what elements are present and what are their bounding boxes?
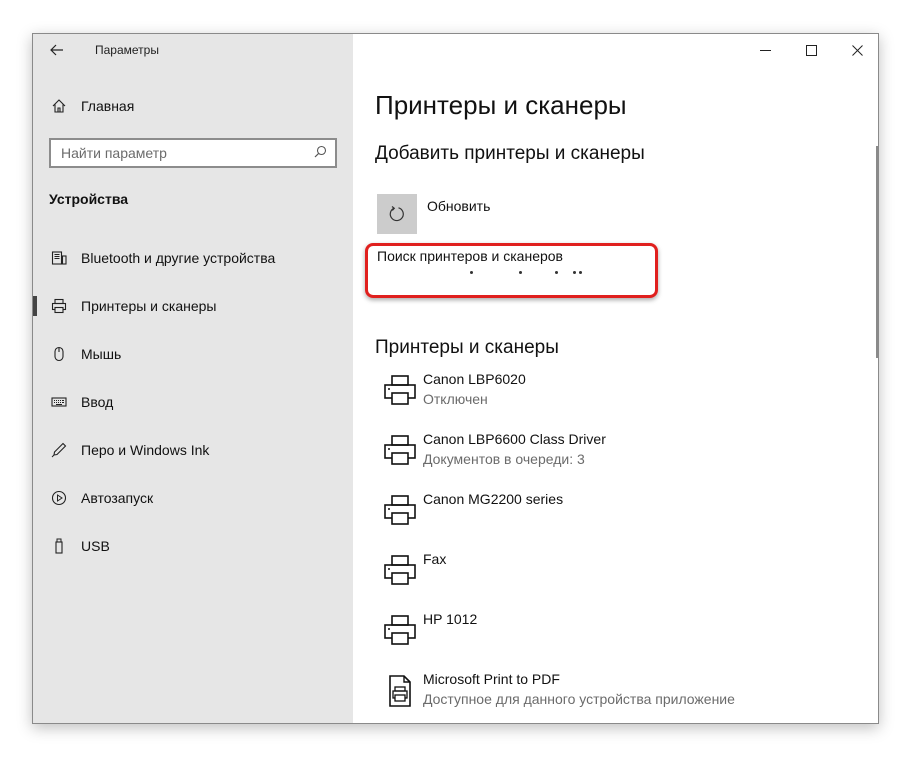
page-title: Принтеры и сканеры bbox=[375, 90, 627, 120]
printer-list: Canon LBP6020 Отключен Canon LBP6600 Cla… bbox=[377, 369, 857, 723]
sidebar-item-label: Мышь bbox=[81, 346, 122, 362]
sidebar-item-label: USB bbox=[81, 538, 110, 554]
minimize-icon bbox=[759, 49, 771, 51]
app-title: Параметры bbox=[95, 43, 159, 57]
refresh-label: Обновить bbox=[427, 198, 491, 214]
printer-icon bbox=[377, 611, 423, 651]
printer-info: Canon LBP6020 Отключен bbox=[423, 369, 526, 409]
search-box[interactable] bbox=[49, 138, 337, 168]
printer-item[interactable]: Microsoft Print to PDF Доступное для дан… bbox=[377, 669, 857, 723]
close-button[interactable] bbox=[834, 34, 878, 66]
printer-name: Canon MG2200 series bbox=[423, 491, 564, 507]
sidebar-item-bluetooth[interactable]: Bluetooth и другие устройства bbox=[33, 234, 353, 282]
searching-status: Поиск принтеров и сканеров bbox=[377, 248, 667, 298]
printer-info: Canon LBP6600 Class Driver Документов в … bbox=[423, 429, 606, 469]
printer-info: Canon MG2200 series bbox=[423, 489, 563, 509]
progress-dot bbox=[579, 271, 582, 274]
printers-heading: Принтеры и сканеры bbox=[375, 337, 559, 358]
mouse-icon bbox=[33, 346, 81, 362]
printer-name: Canon LBP6600 Class Driver bbox=[423, 431, 606, 447]
printer-info: HP 1012 bbox=[423, 609, 477, 629]
main-content: Принтеры и сканеры Добавить принтеры и с… bbox=[353, 34, 878, 723]
sidebar-item-input[interactable]: Ввод bbox=[33, 378, 353, 426]
printer-icon bbox=[33, 298, 81, 314]
printer-name: Microsoft Print to PDF bbox=[423, 671, 560, 687]
section-title: Устройства bbox=[49, 191, 129, 207]
home-label: Главная bbox=[81, 98, 135, 114]
minimize-button[interactable] bbox=[742, 34, 788, 66]
maximize-button[interactable] bbox=[788, 34, 834, 66]
printer-icon bbox=[377, 431, 423, 471]
sidebar-item-label: Bluetooth и другие устройства bbox=[81, 250, 276, 266]
refresh-icon bbox=[389, 206, 404, 222]
search-icon[interactable] bbox=[314, 145, 327, 161]
printer-name: Fax bbox=[423, 551, 447, 567]
printer-info: Microsoft Print to PDF Доступное для дан… bbox=[423, 669, 735, 709]
progress-dot bbox=[555, 271, 558, 274]
progress-dots bbox=[377, 264, 667, 284]
add-printers-heading: Добавить принтеры и сканеры bbox=[375, 143, 645, 164]
refresh-tile bbox=[377, 194, 417, 234]
sidebar: Параметры Главная Устройства Bluetooth и… bbox=[33, 34, 353, 723]
printer-status: Документов в очереди: 3 bbox=[423, 451, 585, 467]
usb-icon bbox=[33, 538, 81, 554]
printer-item[interactable]: Canon MG2200 series bbox=[377, 489, 857, 549]
title-bar: Параметры bbox=[33, 34, 353, 66]
printer-icon bbox=[377, 371, 423, 411]
pen-icon bbox=[33, 442, 81, 458]
searching-text: Поиск принтеров и сканеров bbox=[377, 248, 563, 264]
printer-info: Fax bbox=[423, 549, 446, 569]
keyboard-icon bbox=[33, 394, 81, 410]
sidebar-nav: Bluetooth и другие устройства Принтеры и… bbox=[33, 234, 353, 570]
sidebar-item-mouse[interactable]: Мышь bbox=[33, 330, 353, 378]
printer-icon bbox=[377, 551, 423, 591]
sidebar-item-printers[interactable]: Принтеры и сканеры bbox=[33, 282, 353, 330]
printer-item[interactable]: Canon LBP6020 Отключен bbox=[377, 369, 857, 429]
printer-name: Canon LBP6020 bbox=[423, 371, 526, 387]
scrollbar[interactable] bbox=[876, 146, 878, 358]
sidebar-item-usb[interactable]: USB bbox=[33, 522, 353, 570]
progress-dot bbox=[470, 271, 473, 274]
printer-status: Отключен bbox=[423, 391, 488, 407]
search-input[interactable] bbox=[61, 145, 301, 161]
printer-item[interactable]: Canon LBP6600 Class Driver Документов в … bbox=[377, 429, 857, 489]
back-button[interactable] bbox=[33, 34, 81, 66]
bluetooth-devices-icon bbox=[33, 250, 81, 266]
printer-status: Доступное для данного устройства приложе… bbox=[423, 691, 735, 707]
sidebar-item-label: Автозапуск bbox=[81, 490, 154, 506]
autoplay-icon bbox=[33, 490, 81, 506]
printer-item[interactable]: HP 1012 bbox=[377, 609, 857, 669]
close-icon bbox=[851, 44, 863, 56]
refresh-button[interactable]: Обновить bbox=[377, 194, 490, 234]
pdf-printer-icon bbox=[377, 671, 423, 711]
sidebar-item-label: Перо и Windows Ink bbox=[81, 442, 210, 458]
printer-name: HP 1012 bbox=[423, 611, 478, 627]
home-icon bbox=[33, 98, 81, 114]
window-controls bbox=[742, 34, 878, 66]
maximize-icon bbox=[805, 44, 817, 56]
progress-dot bbox=[573, 271, 576, 274]
printer-icon bbox=[377, 491, 423, 531]
sidebar-item-autoplay[interactable]: Автозапуск bbox=[33, 474, 353, 522]
sidebar-item-home[interactable]: Главная bbox=[33, 90, 353, 122]
sidebar-item-label: Ввод bbox=[81, 394, 114, 410]
settings-window: Параметры Главная Устройства Bluetooth и… bbox=[32, 33, 879, 724]
sidebar-item-pen[interactable]: Перо и Windows Ink bbox=[33, 426, 353, 474]
progress-dot bbox=[519, 271, 522, 274]
back-arrow-icon bbox=[50, 44, 63, 56]
sidebar-item-label: Принтеры и сканеры bbox=[81, 298, 217, 314]
printer-item[interactable]: Fax bbox=[377, 549, 857, 609]
